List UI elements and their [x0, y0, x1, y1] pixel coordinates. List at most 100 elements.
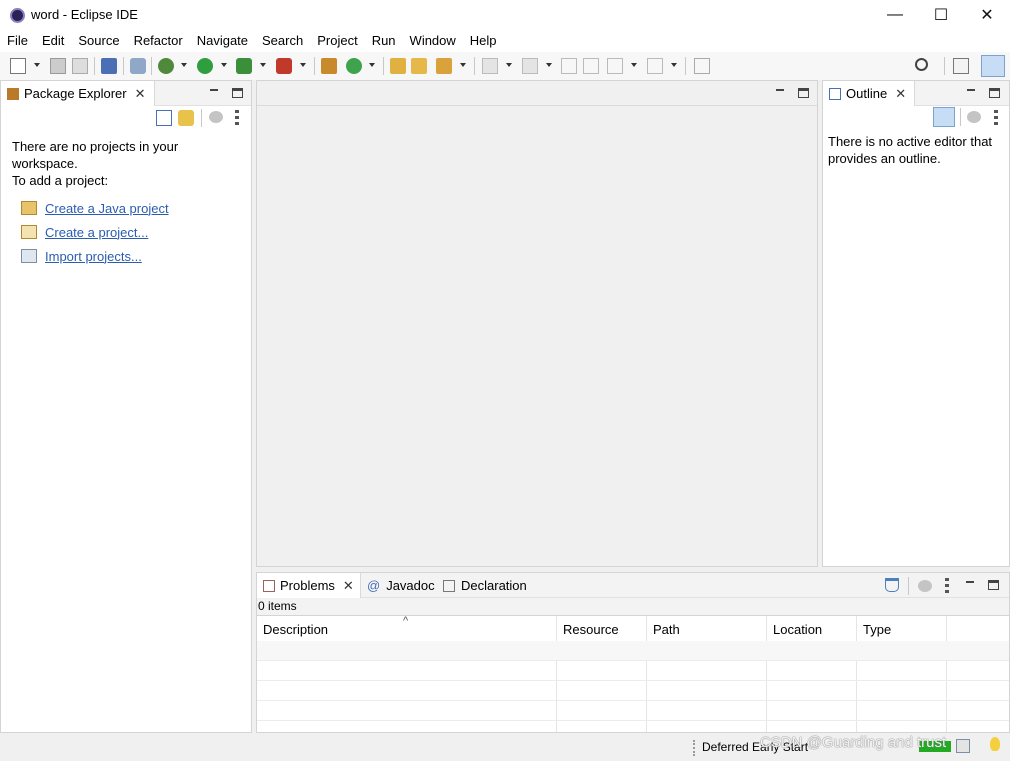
- collapse-all-icon[interactable]: [156, 110, 172, 126]
- new-class-dropdown-icon[interactable]: [369, 63, 375, 67]
- menu-edit[interactable]: Edit: [35, 30, 71, 52]
- search-tool-icon[interactable]: [436, 58, 452, 74]
- minimize-view-icon[interactable]: [209, 88, 219, 98]
- no-projects-message-2: workspace.: [12, 156, 78, 171]
- problems-table-header: Description ^ Resource Path Location Typ…: [257, 615, 1009, 641]
- debug-icon[interactable]: [158, 58, 174, 74]
- problems-filters-icon[interactable]: [918, 580, 932, 592]
- open-task-icon[interactable]: [411, 58, 427, 74]
- external-tools-dropdown-icon[interactable]: [300, 63, 306, 67]
- tab-package-explorer[interactable]: Package Explorer ✕: [1, 81, 155, 106]
- create-java-project-row[interactable]: Create a Java project: [21, 199, 169, 217]
- problems-view-menu-icon[interactable]: [945, 578, 949, 594]
- editor-minimize-icon[interactable]: [775, 88, 785, 98]
- menu-source[interactable]: Source: [71, 30, 126, 52]
- menu-window[interactable]: Window: [403, 30, 463, 52]
- external-tools-icon[interactable]: [276, 58, 292, 74]
- new-java-class-icon[interactable]: [346, 58, 362, 74]
- forward-icon[interactable]: [647, 58, 663, 74]
- column-description[interactable]: Description: [263, 622, 328, 637]
- create-java-project-link[interactable]: Create a Java project: [45, 201, 169, 216]
- tab-problems[interactable]: Problems ✕: [257, 573, 361, 598]
- menu-project[interactable]: Project: [310, 30, 364, 52]
- view-menu-icon[interactable]: [235, 110, 239, 126]
- column-path[interactable]: Path: [653, 622, 680, 637]
- problems-panel: Problems ✕ @ Javadoc Declaration 0 items…: [256, 572, 1010, 741]
- outline-tab-label: Outline: [846, 86, 888, 101]
- forward-edit-icon[interactable]: [583, 58, 599, 74]
- prev-annotation-icon[interactable]: [522, 58, 538, 74]
- minimize-button[interactable]: —: [872, 0, 918, 30]
- maximize-view-icon[interactable]: [232, 88, 243, 98]
- tab-javadoc[interactable]: @ Javadoc: [367, 573, 435, 598]
- menu-run[interactable]: Run: [365, 30, 403, 52]
- open-perspective-icon[interactable]: [953, 58, 969, 74]
- watermark: CSDN @Guarding and trust: [760, 734, 947, 751]
- problems-maximize-icon[interactable]: [988, 580, 999, 590]
- run-dropdown-icon[interactable]: [221, 63, 227, 67]
- last-edit-icon[interactable]: [561, 58, 577, 74]
- lightbulb-icon[interactable]: [990, 737, 1000, 751]
- back-dropdown-icon[interactable]: [631, 63, 637, 67]
- new-icon[interactable]: [10, 58, 26, 74]
- search-tool-dropdown-icon[interactable]: [460, 63, 466, 67]
- save-all-icon[interactable]: [72, 58, 88, 74]
- next-annotation-icon[interactable]: [482, 58, 498, 74]
- column-type[interactable]: Type: [863, 622, 891, 637]
- column-location[interactable]: Location: [773, 622, 822, 637]
- new-dropdown-icon[interactable]: [34, 63, 40, 67]
- menu-navigate[interactable]: Navigate: [190, 30, 255, 52]
- close-outline-tab-icon[interactable]: ✕: [895, 86, 906, 102]
- tab-declaration[interactable]: Declaration: [443, 573, 527, 598]
- maximize-button[interactable]: ☐: [918, 0, 964, 30]
- menu-file[interactable]: File: [0, 30, 35, 52]
- outline-view-menu-icon[interactable]: [994, 110, 998, 126]
- create-project-link[interactable]: Create a project...: [45, 225, 148, 240]
- no-projects-message: There are no projects in your: [12, 139, 179, 154]
- outline-filters-icon[interactable]: [967, 111, 981, 123]
- javadoc-icon: @: [367, 578, 381, 593]
- import-projects-row[interactable]: Import projects...: [21, 247, 142, 265]
- no-outline-message-2: provides an outline.: [828, 151, 941, 166]
- create-project-row[interactable]: Create a project...: [21, 223, 148, 241]
- menu-help[interactable]: Help: [463, 30, 504, 52]
- pin-editor-icon[interactable]: [694, 58, 710, 74]
- editor-maximize-icon[interactable]: [798, 88, 809, 98]
- search-icon[interactable]: [915, 58, 928, 71]
- filters-icon[interactable]: [209, 111, 223, 123]
- back-icon[interactable]: [607, 58, 623, 74]
- outline-icon: [829, 87, 841, 100]
- import-projects-link[interactable]: Import projects...: [45, 249, 142, 264]
- next-annotation-dropdown-icon[interactable]: [506, 63, 512, 67]
- save-icon[interactable]: [50, 58, 66, 74]
- filter-icon[interactable]: [885, 578, 899, 592]
- coverage-icon[interactable]: [236, 58, 252, 74]
- tab-outline[interactable]: Outline ✕: [823, 81, 915, 106]
- open-type-icon[interactable]: [390, 58, 406, 74]
- link-with-editor-icon[interactable]: [178, 110, 194, 126]
- new-java-package-icon[interactable]: [321, 58, 337, 74]
- table-row: [257, 681, 1009, 701]
- outline-maximize-icon[interactable]: [989, 88, 1000, 98]
- coverage-dropdown-icon[interactable]: [260, 63, 266, 67]
- problems-minimize-icon[interactable]: [965, 580, 975, 590]
- eclipse-logo-icon: [10, 8, 25, 23]
- menu-search[interactable]: Search: [255, 30, 310, 52]
- run-icon[interactable]: [197, 58, 213, 74]
- sort-az-icon[interactable]: [933, 107, 955, 127]
- forward-dropdown-icon[interactable]: [671, 63, 677, 67]
- terminal-icon[interactable]: [101, 58, 117, 74]
- menu-refactor[interactable]: Refactor: [127, 30, 190, 52]
- skip-breakpoints-icon[interactable]: [130, 58, 146, 74]
- outline-minimize-icon[interactable]: [966, 88, 976, 98]
- declaration-tab-label: Declaration: [461, 578, 527, 593]
- debug-dropdown-icon[interactable]: [181, 63, 187, 67]
- java-perspective-icon[interactable]: [981, 55, 1005, 77]
- close-tab-icon[interactable]: ✕: [135, 86, 146, 102]
- close-button[interactable]: ✕: [964, 0, 1010, 30]
- progress-view-icon[interactable]: [956, 739, 970, 753]
- close-problems-tab-icon[interactable]: ✕: [343, 578, 354, 594]
- problems-icon: [263, 579, 275, 592]
- prev-annotation-dropdown-icon[interactable]: [546, 63, 552, 67]
- column-resource[interactable]: Resource: [563, 622, 619, 637]
